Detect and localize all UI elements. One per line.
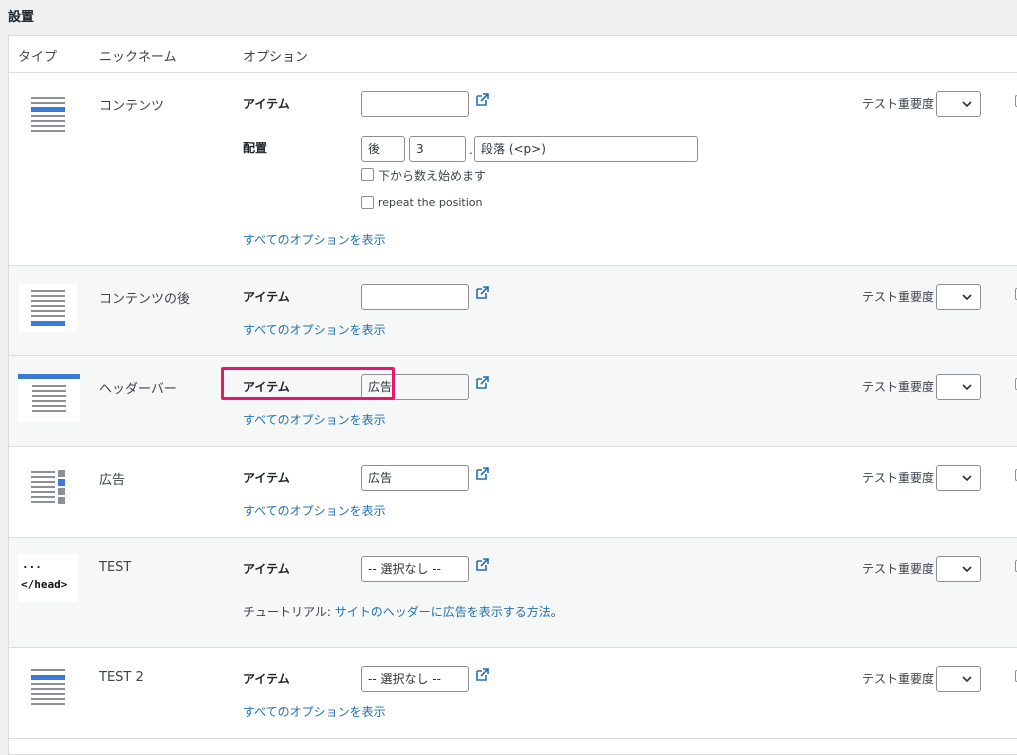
item-input[interactable] bbox=[361, 284, 469, 310]
repeat-position-label: repeat the position bbox=[378, 196, 483, 209]
placement-label: 配置 bbox=[243, 141, 268, 155]
table-header: タイプ ニックネーム オプション bbox=[9, 36, 1017, 73]
separator-dot: . bbox=[469, 143, 473, 157]
from-bottom-label: 下から数え始めます bbox=[378, 169, 487, 183]
show-all-options-link[interactable]: すべてのオプションを表示 bbox=[243, 411, 386, 428]
chevron-down-icon bbox=[962, 475, 972, 482]
item-select[interactable]: -- 選択なし -- bbox=[361, 666, 469, 692]
table-row: 広告 アイテム 広告 すべてのオプションを表示 テスト重要度 bbox=[9, 447, 1017, 538]
count-input[interactable]: 3 bbox=[409, 136, 466, 162]
test-priority-label: テスト重要度 bbox=[862, 562, 935, 576]
table-row: ヘッダーバー アイテム 広告 すべてのオプションを表示 テスト重要度 bbox=[9, 356, 1017, 447]
show-all-options-link[interactable]: すべてのオプションを表示 bbox=[243, 502, 386, 519]
test-priority-label: テスト重要度 bbox=[862, 380, 935, 394]
external-link-icon[interactable] bbox=[475, 376, 489, 390]
before-content-icon bbox=[19, 666, 77, 714]
chevron-down-icon bbox=[962, 294, 972, 301]
row-nickname: コンテンツの後 bbox=[99, 292, 191, 307]
chevron-down-icon bbox=[962, 676, 972, 683]
test-priority-select[interactable] bbox=[936, 556, 981, 582]
row-nickname: コンテンツ bbox=[99, 99, 165, 114]
show-all-options-link[interactable]: すべてのオプションを表示 bbox=[243, 703, 386, 720]
row-nickname: ヘッダーバー bbox=[99, 382, 177, 397]
row-nickname: TEST 2 bbox=[99, 670, 144, 685]
test-priority-label: テスト重要度 bbox=[862, 672, 935, 686]
test-priority-select[interactable] bbox=[936, 284, 981, 310]
head-code-icon: ... </head> bbox=[18, 554, 78, 602]
row-nickname: TEST bbox=[99, 560, 132, 575]
from-bottom-checkbox[interactable] bbox=[361, 168, 374, 181]
show-all-options-link[interactable]: すべてのオプションを表示 bbox=[243, 231, 386, 248]
row-nickname: 広告 bbox=[99, 473, 126, 488]
test-priority-select[interactable] bbox=[936, 91, 981, 117]
sidebar-widget-icon bbox=[19, 465, 77, 513]
item-label: アイテム bbox=[243, 562, 290, 576]
placement-table: タイプ ニックネーム オプション コンテンツ アイテム 配置 後 3 . 段落 … bbox=[8, 35, 1017, 755]
table-row: コンテンツ アイテム 配置 後 3 . 段落 (<p>) 下から数え始めます r… bbox=[9, 73, 1017, 266]
item-input[interactable] bbox=[361, 91, 469, 117]
column-nickname: ニックネーム bbox=[99, 50, 177, 65]
repeat-position-checkbox[interactable] bbox=[361, 196, 374, 209]
item-label: アイテム bbox=[243, 672, 290, 686]
chevron-down-icon bbox=[962, 384, 972, 391]
test-priority-label: テスト重要度 bbox=[862, 471, 935, 485]
external-link-icon[interactable] bbox=[475, 93, 489, 107]
external-link-icon[interactable] bbox=[475, 558, 489, 572]
content-placement-icon bbox=[19, 91, 77, 139]
table-row: コンテンツの後 アイテム すべてのオプションを表示 テスト重要度 bbox=[9, 266, 1017, 356]
chevron-down-icon bbox=[962, 566, 972, 573]
test-priority-select[interactable] bbox=[936, 666, 981, 692]
test-priority-select[interactable] bbox=[936, 374, 981, 400]
external-link-icon[interactable] bbox=[475, 668, 489, 682]
test-priority-label: テスト重要度 bbox=[862, 290, 935, 304]
external-link-icon[interactable] bbox=[475, 286, 489, 300]
column-type: タイプ bbox=[18, 50, 58, 65]
test-priority-select[interactable] bbox=[936, 465, 981, 491]
table-row: TEST 2 アイテム -- 選択なし -- すべてのオプションを表示 テスト重… bbox=[9, 648, 1017, 739]
item-label: アイテム bbox=[243, 471, 290, 485]
item-label: アイテム bbox=[243, 97, 290, 111]
highlight-box bbox=[221, 367, 395, 400]
chevron-down-icon bbox=[962, 101, 972, 108]
item-select[interactable]: -- 選択なし -- bbox=[361, 556, 469, 582]
column-options: オプション bbox=[243, 50, 309, 65]
item-label: アイテム bbox=[243, 290, 290, 304]
external-link-icon[interactable] bbox=[475, 467, 489, 481]
after-content-icon bbox=[19, 284, 77, 332]
tutorial-link[interactable]: サイトのヘッダーに広告を表示する方法 bbox=[335, 605, 551, 619]
tag-select[interactable]: 段落 (<p>) bbox=[474, 136, 698, 162]
show-all-options-link[interactable]: すべてのオプションを表示 bbox=[243, 321, 386, 338]
item-select[interactable]: 広告 bbox=[361, 465, 469, 491]
position-select[interactable]: 後 bbox=[361, 136, 405, 162]
header-bar-icon bbox=[18, 374, 80, 422]
tutorial-text: チュートリアル: サイトのヘッダーに広告を表示する方法。 bbox=[243, 605, 563, 619]
table-row: ... </head> TEST アイテム -- 選択なし -- チュートリアル… bbox=[9, 538, 1017, 648]
section-title: 設置 bbox=[8, 10, 35, 25]
test-priority-label: テスト重要度 bbox=[862, 97, 935, 111]
